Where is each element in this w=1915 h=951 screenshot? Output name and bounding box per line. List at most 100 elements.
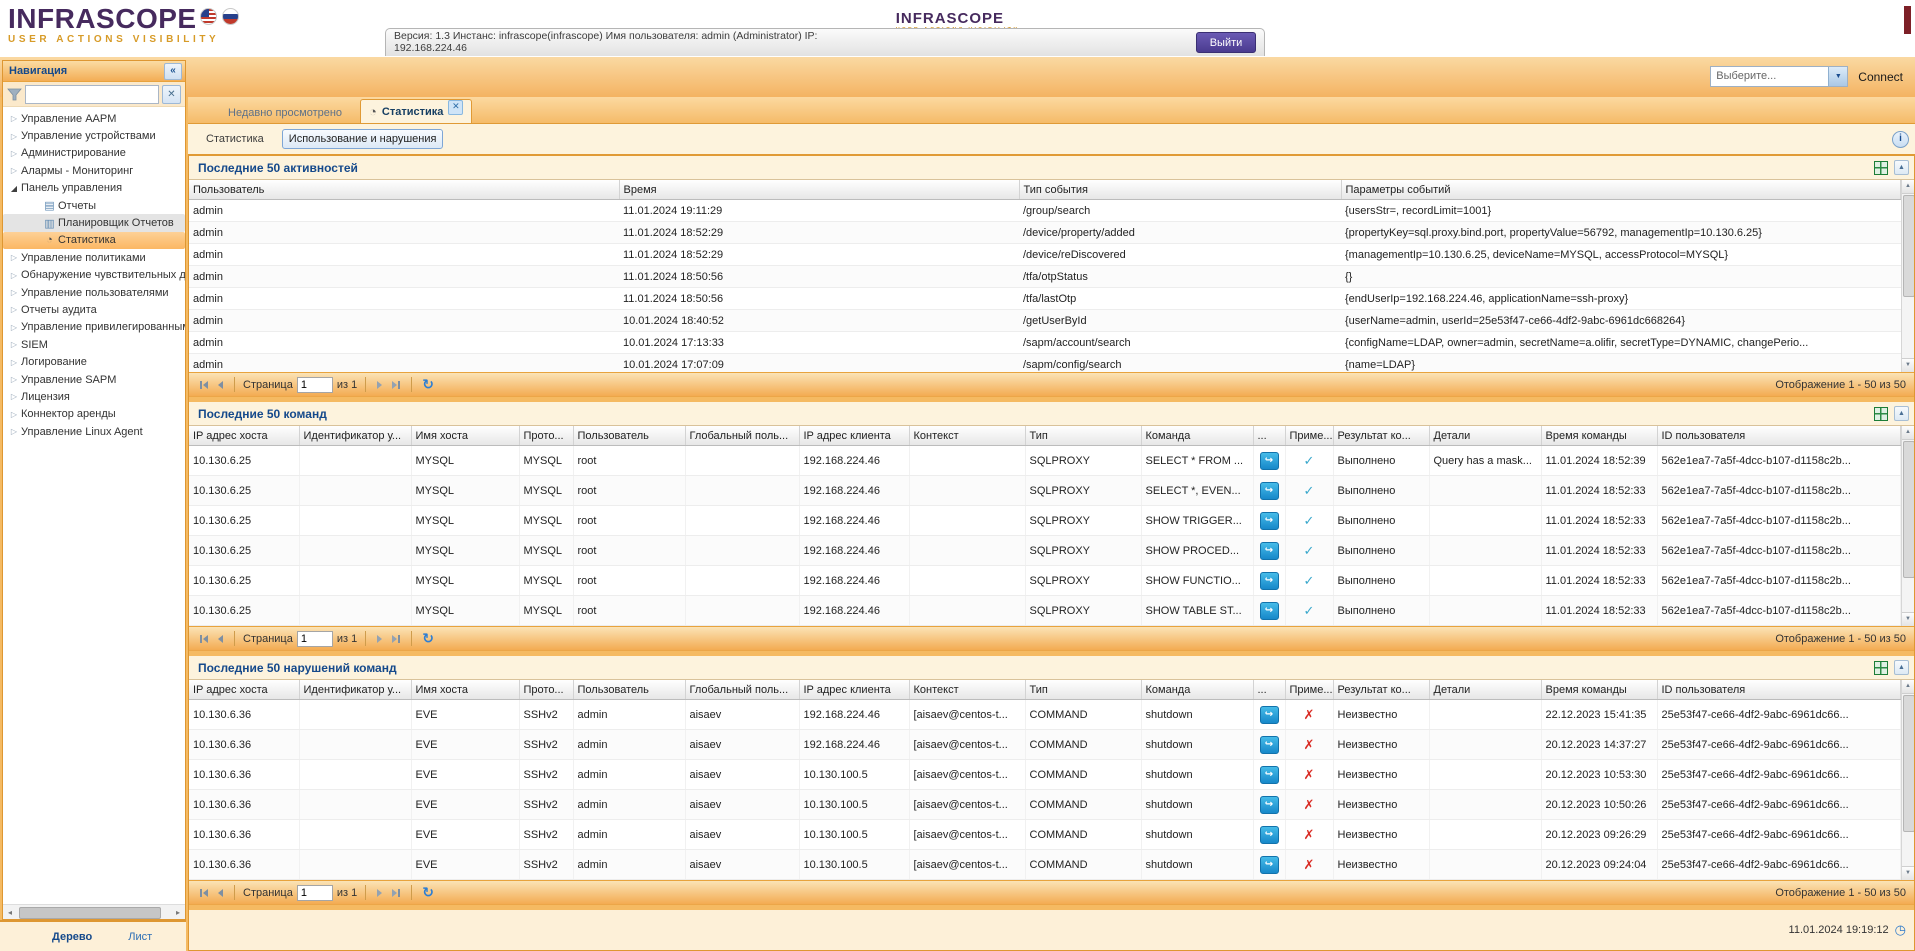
column-header[interactable]: ID пользователя [1657,426,1901,446]
expand-node-icon[interactable]: ▷ [7,149,21,158]
table-scrollbar[interactable]: ▲ ▼ [1901,680,1914,880]
column-header[interactable]: IP адрес хоста [189,426,299,446]
command-detail-icon[interactable]: ↪ [1260,856,1279,874]
expand-node-icon[interactable]: ▷ [7,323,21,332]
collapse-panel-icon[interactable]: ▲ [1894,406,1909,421]
column-header[interactable]: IP адрес клиента [799,680,909,700]
command-detail-icon[interactable]: ↪ [1260,706,1279,724]
scroll-right-icon[interactable]: ▸ [171,908,185,917]
column-header[interactable]: Прото... [519,426,573,446]
last-page-button[interactable] [389,633,403,645]
column-header[interactable]: Глобальный поль... [685,680,799,700]
logout-button[interactable]: Выйти [1196,32,1256,53]
scroll-up-icon[interactable]: ▲ [1902,180,1914,194]
table-row[interactable]: 10.130.6.36EVESSHv2adminaisaev10.130.100… [189,850,1901,880]
sidebar-item-statistics[interactable]: ◔Статистика [3,232,185,249]
sidebar-horizontal-scrollbar[interactable]: ◂ ▸ [3,904,185,919]
column-header[interactable]: Пользователь [189,180,619,200]
column-header[interactable]: ... [1253,680,1285,700]
table-row[interactable]: 10.130.6.36EVESSHv2adminaisaev192.168.22… [189,700,1901,730]
scroll-left-icon[interactable]: ◂ [3,908,17,917]
page-number-input[interactable] [297,377,333,393]
column-header[interactable]: Время команды [1541,680,1657,700]
column-header[interactable]: Результат ко... [1333,426,1429,446]
command-detail-icon[interactable]: ↪ [1260,826,1279,844]
prev-page-button[interactable] [215,379,226,391]
sidebar-item-control-panel[interactable]: ◢Панель управления [3,180,185,197]
export-excel-icon[interactable] [1874,661,1888,675]
sidebar-item-user-management[interactable]: ▷Управление пользователями [3,284,185,301]
sidebar-item-sapm-management[interactable]: ▷Управление SAPM [3,371,185,388]
scroll-up-icon[interactable]: ▲ [1902,426,1914,440]
column-header[interactable]: Имя хоста [411,680,519,700]
collapse-panel-icon[interactable]: ▲ [1894,660,1909,675]
prev-page-button[interactable] [215,633,226,645]
sidebar-collapse-icon[interactable]: « [164,63,182,80]
navigation-filter-input[interactable] [25,85,159,104]
command-detail-icon[interactable]: ↪ [1260,766,1279,784]
sidebar-item-sensitive-data-discovery[interactable]: ▷Обнаружение чувствительных данных [3,267,185,284]
table-row[interactable]: 10.130.6.36EVESSHv2adminaisaev192.168.22… [189,730,1901,760]
column-header[interactable]: IP адрес клиента [799,426,909,446]
column-header[interactable]: Тип [1025,680,1141,700]
table-row[interactable]: 10.130.6.36EVESSHv2adminaisaev10.130.100… [189,790,1901,820]
export-excel-icon[interactable] [1874,161,1888,175]
table-row[interactable]: admin11.01.2024 18:50:56/tfa/lastOtp{end… [189,288,1901,310]
sidebar-item-alarms-monitoring[interactable]: ▷Алармы - Мониторинг [3,162,185,179]
first-page-button[interactable] [197,633,211,645]
language-flag-us-icon[interactable] [200,8,217,25]
column-header[interactable]: Глобальный поль... [685,426,799,446]
column-header[interactable]: Детали [1429,426,1541,446]
next-page-button[interactable] [374,887,385,899]
command-detail-icon[interactable]: ↪ [1260,572,1279,590]
column-header[interactable]: Идентификатор у... [299,426,411,446]
column-header[interactable]: Детали [1429,680,1541,700]
scrollbar-track[interactable] [17,906,171,918]
expand-node-icon[interactable]: ▷ [7,132,21,141]
sidebar-item-logging[interactable]: ▷Логирование [3,353,185,370]
column-header[interactable]: Время [619,180,1019,200]
sidebar-item-device-management[interactable]: ▷Управление устройствами [3,127,185,144]
collapse-panel-icon[interactable]: ▲ [1894,160,1909,175]
last-page-button[interactable] [389,887,403,899]
page-number-input[interactable] [297,885,333,901]
column-header[interactable]: Пользователь [573,680,685,700]
expand-node-icon[interactable]: ▷ [7,392,21,401]
command-detail-icon[interactable]: ↪ [1260,796,1279,814]
next-page-button[interactable] [374,633,385,645]
column-header[interactable]: ... [1253,426,1285,446]
sidebar-item-administration[interactable]: ▷Администрирование [3,145,185,162]
tab-recently-viewed[interactable]: Недавно просмотрено [214,103,356,123]
expand-node-icon[interactable]: ▷ [7,166,21,175]
first-page-button[interactable] [197,379,211,391]
column-header[interactable]: Контекст [909,426,1025,446]
close-tab-icon[interactable]: ✕ [448,100,463,115]
column-header[interactable]: Команда [1141,680,1253,700]
table-row[interactable]: 10.130.6.25MYSQLMYSQLroot192.168.224.46S… [189,446,1901,476]
column-header[interactable]: Параметры событий [1341,180,1901,200]
sidebar-item-policy-management[interactable]: ▷Управление политиками [3,249,185,266]
expand-node-icon[interactable]: ▷ [7,358,21,367]
column-header[interactable]: ID пользователя [1657,680,1901,700]
column-header[interactable]: Тип [1025,426,1141,446]
table-row[interactable]: admin10.01.2024 17:07:09/sapm/config/sea… [189,354,1901,373]
tab-statistics[interactable]: ◔ Статистика ✕ [360,99,472,123]
scroll-up-icon[interactable]: ▲ [1902,680,1914,694]
subtab-statistics[interactable]: Статистика [200,130,270,148]
table-row[interactable]: 10.130.6.25MYSQLMYSQLroot192.168.224.46S… [189,566,1901,596]
table-row[interactable]: 10.130.6.25MYSQLMYSQLroot192.168.224.46S… [189,536,1901,566]
command-detail-icon[interactable]: ↪ [1260,452,1279,470]
tab-tree-view[interactable]: Дерево [52,931,92,943]
language-flag-ru-icon[interactable] [222,8,239,25]
refresh-icon[interactable]: ↻ [422,884,434,901]
table-scrollbar[interactable]: ▲ ▼ [1901,426,1914,626]
column-header[interactable]: Имя хоста [411,426,519,446]
column-header[interactable]: Приме... [1285,680,1333,700]
table-row[interactable]: 10.130.6.25MYSQLMYSQLroot192.168.224.46S… [189,596,1901,626]
expand-node-icon[interactable]: ▷ [7,114,21,123]
scroll-down-icon[interactable]: ▼ [1902,612,1914,626]
column-header[interactable]: Время команды [1541,426,1657,446]
scrollbar-thumb[interactable] [1903,441,1914,578]
table-row[interactable]: admin11.01.2024 18:50:56/tfa/otpStatus{} [189,266,1901,288]
chevron-down-icon[interactable]: ▼ [1828,67,1847,86]
